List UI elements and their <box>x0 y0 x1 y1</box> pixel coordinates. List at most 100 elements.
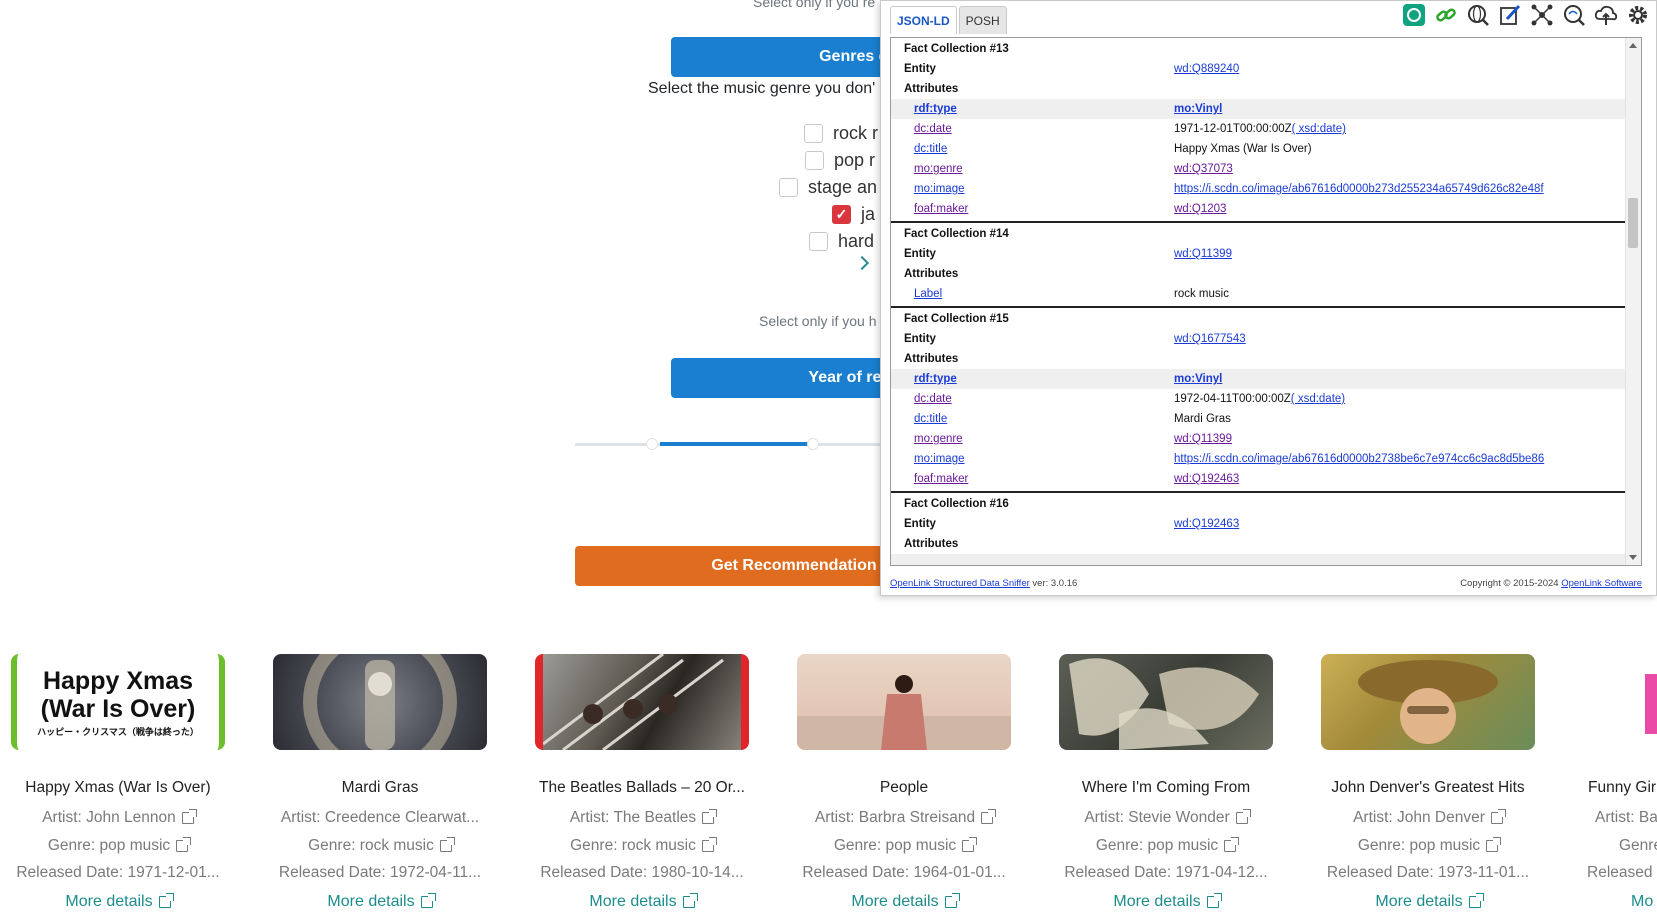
attribute-value[interactable]: https://i.scdn.co/image/ab67616d0000b273… <box>1174 453 1544 465</box>
entity-link[interactable]: wd:Q192463 <box>1174 518 1239 530</box>
attribute-value-text[interactable]: https://i.scdn.co/image/ab67616d0000b273… <box>1174 453 1544 465</box>
attribute-predicate[interactable]: mo:image <box>914 183 965 195</box>
year-slider-thumb-max[interactable] <box>807 438 819 450</box>
rdf-search-icon[interactable] <box>1562 3 1586 27</box>
tab-posh[interactable]: POSH <box>958 6 1007 34</box>
tab-json-ld[interactable]: JSON-LD <box>890 6 957 34</box>
attribute-value[interactable]: wd:Q11399 <box>1174 433 1232 445</box>
attribute-predicate[interactable]: foaf:maker <box>914 473 968 485</box>
external-link-icon[interactable] <box>181 808 197 824</box>
attribute-predicate[interactable]: mo:genre <box>914 163 963 175</box>
album-artist[interactable]: Artist: The Beatles <box>535 808 749 827</box>
external-link-icon[interactable] <box>176 836 192 852</box>
globe-search-icon[interactable] <box>1466 3 1490 27</box>
attribute-value[interactable]: wd:Q192463 <box>1174 473 1239 485</box>
genre-option-pop[interactable]: pop r <box>805 150 875 171</box>
external-link-icon[interactable] <box>981 808 997 824</box>
attribute-predicate[interactable]: dc:date <box>914 123 952 135</box>
external-link-icon[interactable] <box>1235 808 1251 824</box>
network-icon[interactable] <box>1530 3 1554 27</box>
attribute-value-text[interactable]: wd:Q192463 <box>1174 473 1239 485</box>
chatgpt-icon[interactable] <box>1402 3 1426 27</box>
album-genre[interactable]: Genre <box>1583 836 1657 855</box>
entity-link[interactable]: wd:Q11399 <box>1174 248 1232 260</box>
album-genre[interactable]: Genre: pop music <box>1059 836 1273 855</box>
more-details-link[interactable]: Mo <box>1583 892 1657 912</box>
cloud-upload-icon[interactable] <box>1594 3 1618 27</box>
more-details-link[interactable]: More details <box>1059 892 1273 912</box>
attribute-value[interactable]: wd:Q1203 <box>1174 203 1226 215</box>
album-artist[interactable]: Artist: Barbra Streisand <box>797 808 1011 827</box>
album-cover[interactable] <box>535 654 749 750</box>
album-genre[interactable]: Genre: rock music <box>535 836 749 855</box>
footer-company-link[interactable]: OpenLink Software <box>1561 578 1642 589</box>
external-link-icon[interactable] <box>1486 836 1502 852</box>
footer-product-link[interactable]: OpenLink Structured Data Sniffer <box>890 578 1030 589</box>
genre-option-hard[interactable]: hard <box>809 231 874 252</box>
album-cover[interactable] <box>273 654 487 750</box>
genre-checkbox[interactable] <box>809 232 828 251</box>
album-genre[interactable]: Genre: pop music <box>1321 836 1535 855</box>
album-cover[interactable] <box>1583 654 1657 750</box>
external-link-icon[interactable] <box>1490 808 1506 824</box>
scroll-down-arrow-icon[interactable] <box>1629 555 1637 560</box>
attribute-value[interactable]: mo:Vinyl <box>1174 373 1222 385</box>
album-artist[interactable]: Artist: Creedence Clearwat... <box>273 808 487 827</box>
more-details-link[interactable]: More details <box>1321 892 1535 912</box>
attribute-value-text[interactable]: mo:Vinyl <box>1174 103 1222 115</box>
attribute-predicate[interactable]: Label <box>914 288 942 300</box>
facts-panel[interactable]: Fact Collection #13 Entity wd:Q889240 Attri… <box>890 37 1642 566</box>
attribute-predicate[interactable]: rdf:type <box>914 103 957 115</box>
album-cover[interactable] <box>1059 654 1273 750</box>
entity-link[interactable]: wd:Q1677543 <box>1174 333 1246 345</box>
attribute-value[interactable]: mo:Vinyl <box>1174 103 1222 115</box>
album-cover[interactable] <box>797 654 1011 750</box>
link-icon[interactable] <box>1434 3 1458 27</box>
album-artist[interactable]: Artist: John Lennon <box>11 808 225 827</box>
genre-checkbox-checked[interactable]: ✓ <box>832 205 851 224</box>
attribute-predicate[interactable]: dc:title <box>914 143 947 155</box>
genre-checkbox[interactable] <box>804 124 823 143</box>
genre-checkbox[interactable] <box>779 178 798 197</box>
attribute-predicate[interactable]: dc:date <box>914 393 952 405</box>
datatype-link[interactable]: ( xsd:date) <box>1292 123 1346 135</box>
album-genre[interactable]: Genre: pop music <box>11 836 225 855</box>
genre-option-jazz[interactable]: ✓ ja <box>832 204 875 225</box>
attribute-value-text[interactable]: mo:Vinyl <box>1174 373 1222 385</box>
external-link-icon[interactable] <box>702 808 718 824</box>
attribute-predicate[interactable]: dc:title <box>914 413 947 425</box>
edit-icon[interactable] <box>1498 3 1522 27</box>
external-link-icon[interactable] <box>701 836 717 852</box>
datatype-link[interactable]: ( xsd:date) <box>1291 393 1345 405</box>
more-details-link[interactable]: More details <box>273 892 487 912</box>
facts-scrollbar[interactable] <box>1625 38 1641 565</box>
album-cover[interactable] <box>1321 654 1535 750</box>
chevron-right-icon[interactable] <box>854 255 870 271</box>
more-details-link[interactable]: More details <box>535 892 749 912</box>
attribute-value-text[interactable]: wd:Q11399 <box>1174 433 1232 445</box>
attribute-predicate[interactable]: mo:genre <box>914 433 963 445</box>
album-artist[interactable]: Artist: Stevie Wonder <box>1059 808 1273 827</box>
album-genre[interactable]: Genre: pop music <box>797 836 1011 855</box>
scroll-up-arrow-icon[interactable] <box>1629 43 1637 48</box>
more-details-link[interactable]: More details <box>11 892 225 912</box>
album-cover[interactable]: Happy Xmas (War Is Over) ハッピー・クリスマス（戦争は終… <box>11 654 225 750</box>
settings-icon[interactable] <box>1626 3 1650 27</box>
external-link-icon[interactable] <box>439 836 455 852</box>
genre-option-rock[interactable]: rock r <box>804 123 878 144</box>
attribute-value[interactable]: https://i.scdn.co/image/ab67616d0000b273… <box>1174 183 1544 195</box>
attribute-predicate[interactable]: foaf:maker <box>914 203 968 215</box>
album-genre[interactable]: Genre: rock music <box>273 836 487 855</box>
more-details-link[interactable]: More details <box>797 892 1011 912</box>
attribute-predicate[interactable]: mo:image <box>914 453 965 465</box>
attribute-value[interactable]: wd:Q37073 <box>1174 163 1233 175</box>
genre-checkbox[interactable] <box>805 151 824 170</box>
external-link-icon[interactable] <box>1224 836 1240 852</box>
attribute-value-text[interactable]: wd:Q37073 <box>1174 163 1233 175</box>
genre-option-stage[interactable]: stage an <box>779 177 877 198</box>
external-link-icon[interactable] <box>962 836 978 852</box>
attribute-value-text[interactable]: wd:Q1203 <box>1174 203 1226 215</box>
attribute-value-text[interactable]: https://i.scdn.co/image/ab67616d0000b273… <box>1174 183 1544 195</box>
year-slider-thumb-min[interactable] <box>646 438 658 450</box>
scrollbar-thumb[interactable] <box>1628 198 1638 248</box>
